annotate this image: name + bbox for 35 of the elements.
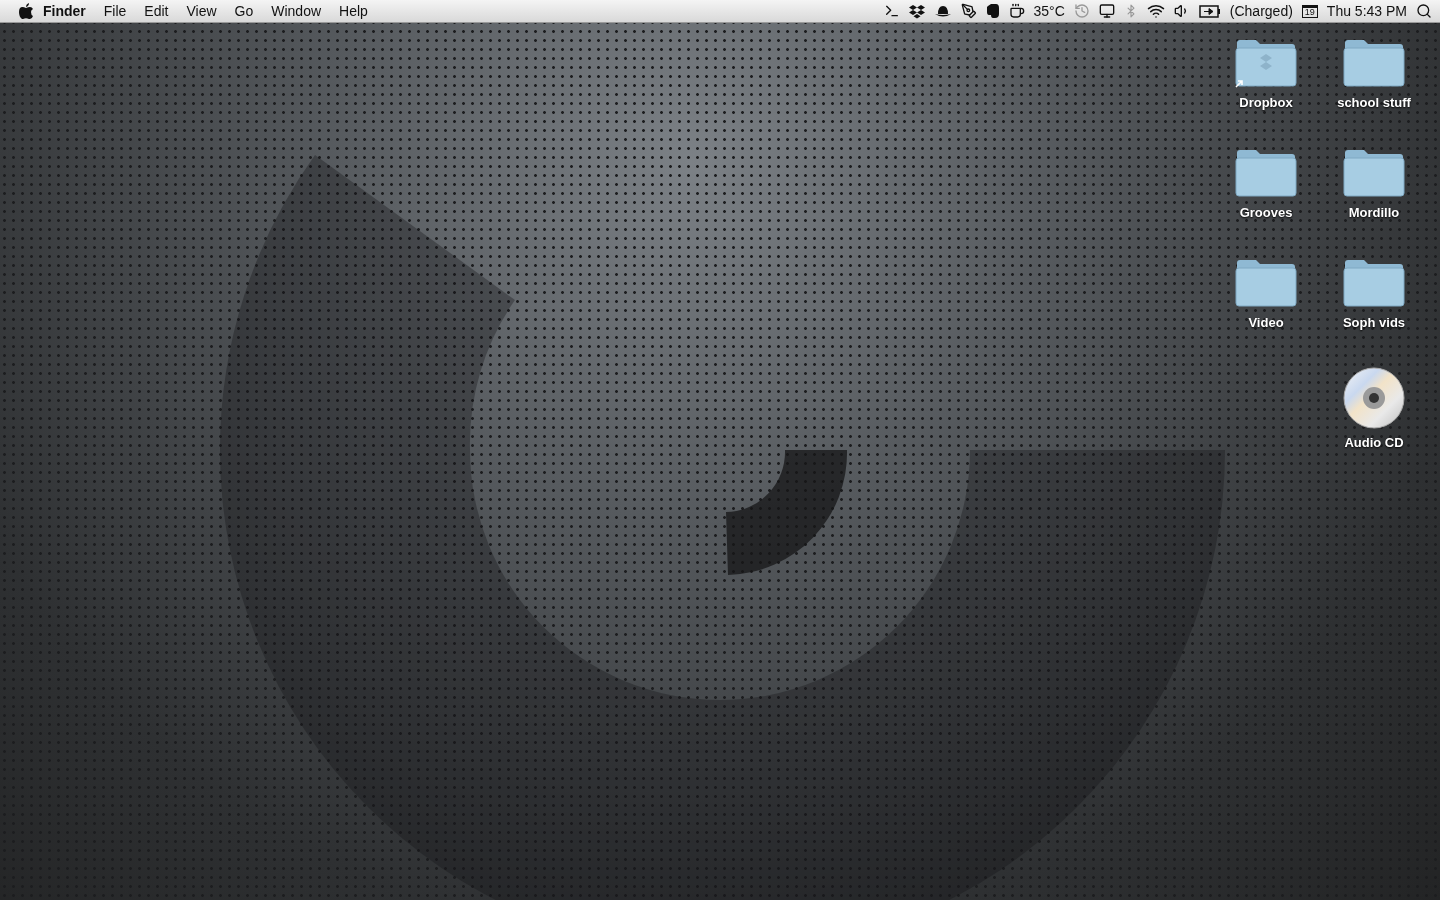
menu-item[interactable]: Go (225, 3, 263, 19)
apple-logo-icon[interactable] (18, 2, 34, 20)
battery-icon[interactable] (1198, 4, 1221, 18)
coffee-cup-icon[interactable] (1008, 3, 1025, 19)
terminal-icon[interactable] (883, 3, 900, 19)
hat-icon[interactable] (933, 4, 952, 18)
menu-item[interactable]: File (94, 3, 136, 19)
display-icon[interactable] (1098, 3, 1115, 19)
menu-item[interactable]: View (177, 3, 226, 19)
cd-icon[interactable] (1343, 367, 1405, 429)
folder-icon[interactable] (1234, 147, 1298, 199)
folder-with-shortcut-icon[interactable] (1234, 37, 1298, 89)
icon-label[interactable]: Soph vids (1342, 315, 1406, 330)
icon-label[interactable]: Mordillo (1348, 205, 1400, 220)
menu-item[interactable]: Window (262, 3, 331, 19)
folder-icon[interactable] (1342, 37, 1406, 89)
battery-status[interactable]: (Charged) (1229, 3, 1293, 19)
status-text[interactable]: Thu 5:43 PM (1326, 3, 1407, 19)
box-icon[interactable] (908, 3, 925, 19)
menu-item[interactable]: Edit (135, 3, 178, 19)
folder-icon[interactable] (1342, 147, 1406, 199)
app-menu[interactable]: Finder (34, 3, 95, 19)
icon-label[interactable]: school stuff (1337, 95, 1411, 110)
folder-icon[interactable] (1234, 257, 1298, 309)
pen-icon[interactable] (960, 3, 977, 19)
search-icon[interactable] (1416, 3, 1432, 19)
wifi-icon[interactable] (1146, 2, 1165, 20)
menu-item[interactable]: Help (330, 3, 377, 19)
folder-icon[interactable] (1342, 257, 1406, 309)
status-text[interactable]: 35°C (1033, 3, 1065, 19)
icon-label[interactable]: Grooves (1239, 205, 1293, 220)
icon-label[interactable]: Audio CD (1344, 435, 1404, 450)
calendar-date-icon[interactable]: 19 (1301, 4, 1318, 18)
icon-label[interactable]: Video (1248, 315, 1284, 330)
icon-label[interactable]: Dropbox (1239, 95, 1293, 110)
